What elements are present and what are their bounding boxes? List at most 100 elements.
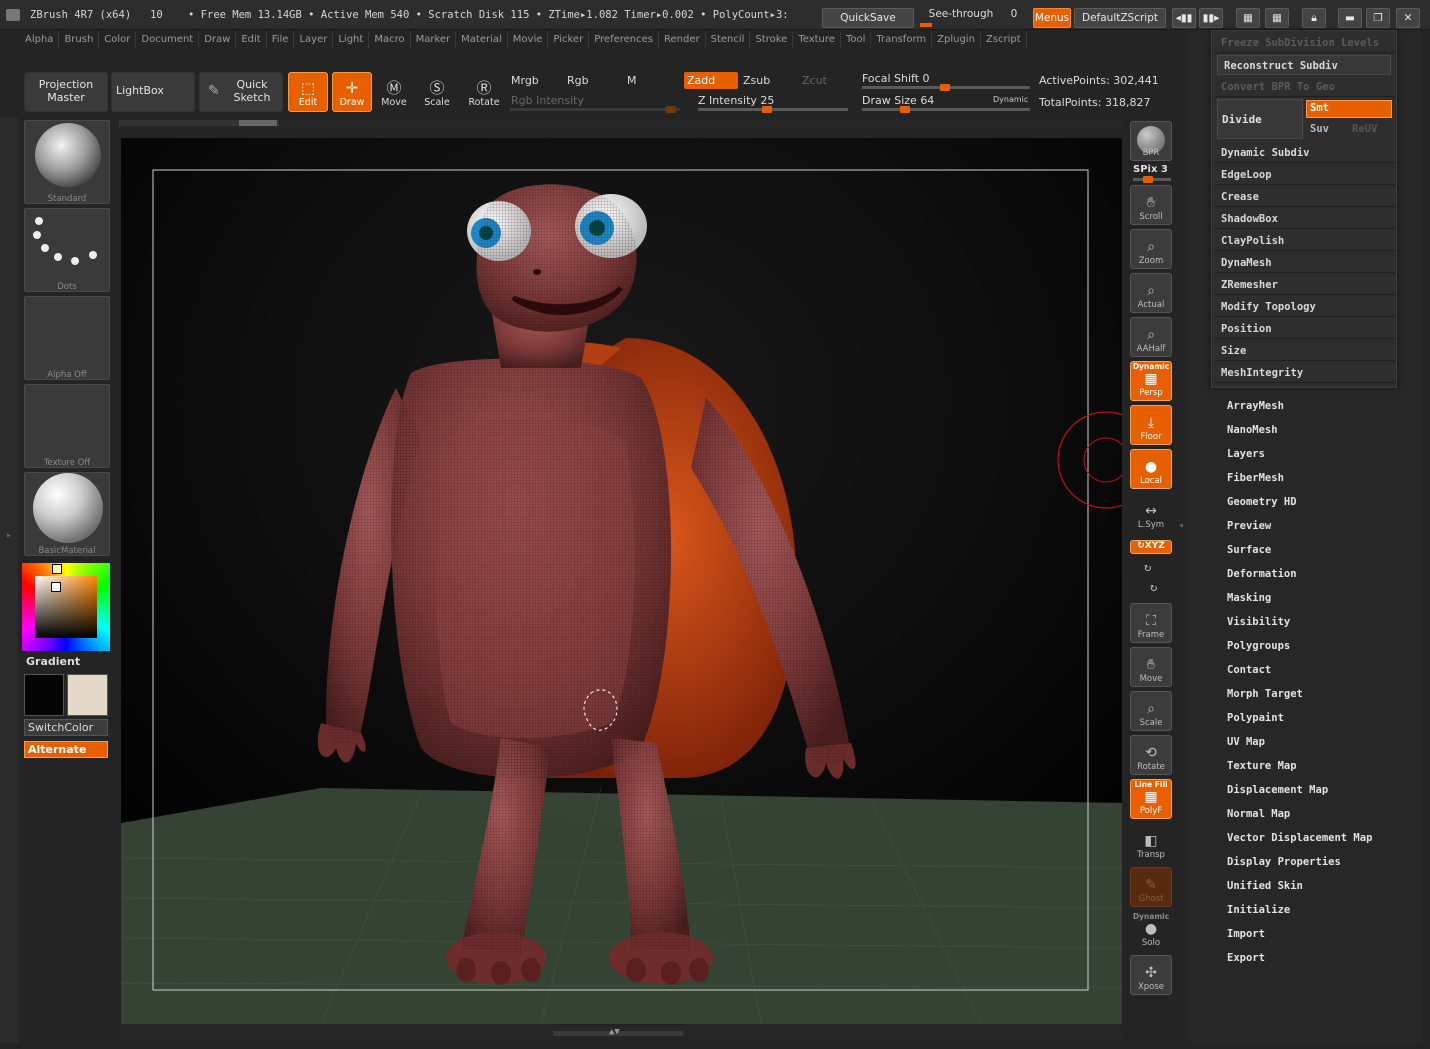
- bpr-button[interactable]: BPR: [1130, 121, 1172, 161]
- menu-tool[interactable]: Tool: [841, 31, 872, 49]
- smt-toggle[interactable]: Smt: [1306, 100, 1392, 118]
- solo-button[interactable]: Dynamic ● Solo: [1130, 911, 1172, 951]
- restore-icon[interactable]: ❐: [1366, 8, 1390, 28]
- lock-icon[interactable]: 🔒︎: [1302, 8, 1326, 28]
- dynamic-toggle[interactable]: Dynamic: [993, 95, 1028, 104]
- menu-texture[interactable]: Texture: [793, 31, 841, 49]
- subpalette-deformation[interactable]: Deformation: [1227, 568, 1297, 580]
- projection-master-button[interactable]: Projection Master: [24, 72, 108, 112]
- menu-stroke[interactable]: Stroke: [750, 31, 794, 49]
- polyf-button[interactable]: Line Fill ▦ PolyF: [1130, 779, 1172, 819]
- scale-view-button[interactable]: ⌕ Scale: [1130, 691, 1172, 731]
- hue-cursor[interactable]: [52, 564, 62, 574]
- draw-size-slider[interactable]: Draw Size 64: [862, 94, 934, 107]
- z-rotate-icon[interactable]: ↻: [1150, 580, 1157, 594]
- subpalette-polygroups[interactable]: Polygroups: [1227, 640, 1290, 652]
- local-button[interactable]: ● Local: [1130, 449, 1172, 489]
- menu-movie[interactable]: Movie: [508, 31, 549, 49]
- geometry-item-meshintegrity[interactable]: MeshIntegrity: [1215, 363, 1395, 383]
- subpalette-arraymesh[interactable]: ArrayMesh: [1227, 400, 1284, 412]
- subpalette-initialize[interactable]: Initialize: [1227, 904, 1290, 916]
- menu-macro[interactable]: Macro: [369, 31, 411, 49]
- subpalette-texture-map[interactable]: Texture Map: [1227, 760, 1297, 772]
- menu-transform[interactable]: Transform: [871, 31, 933, 49]
- gradient-toggle[interactable]: Gradient: [26, 655, 80, 668]
- menu-draw[interactable]: Draw: [199, 31, 237, 49]
- subpalette-vector-displacement-map[interactable]: Vector Displacement Map: [1227, 832, 1372, 844]
- xpose-button[interactable]: ✣ Xpose: [1130, 955, 1172, 995]
- menu-material[interactable]: Material: [456, 31, 508, 49]
- focal-shift-slider[interactable]: Focal Shift 0: [862, 72, 930, 85]
- subpalette-nanomesh[interactable]: NanoMesh: [1227, 424, 1278, 436]
- zoom-button[interactable]: ⌕ Zoom: [1130, 229, 1172, 269]
- move-view-button[interactable]: ✋︎ Move: [1130, 647, 1172, 687]
- reuv-toggle[interactable]: ReUV: [1348, 121, 1390, 139]
- geometry-item-shadowbox[interactable]: ShadowBox: [1215, 209, 1395, 229]
- main-color-swatch[interactable]: [24, 674, 64, 716]
- left-tray-edge[interactable]: [0, 118, 18, 1043]
- subpalette-normal-map[interactable]: Normal Map: [1227, 808, 1290, 820]
- quicksave-button[interactable]: QuickSave: [822, 8, 914, 28]
- menu-picker[interactable]: Picker: [548, 31, 590, 49]
- material-thumbnail[interactable]: BasicMaterial: [24, 472, 110, 556]
- stroke-thumbnail[interactable]: Dots: [24, 208, 110, 292]
- document-viewport[interactable]: [121, 138, 1122, 1024]
- expand-arrow-icon[interactable]: ▲▼: [609, 1027, 620, 1037]
- menu-layer[interactable]: Layer: [294, 31, 334, 49]
- subpalette-contact[interactable]: Contact: [1227, 664, 1271, 676]
- edit-button[interactable]: ⬚ Edit: [288, 72, 328, 112]
- menus-button[interactable]: Menus: [1033, 8, 1071, 28]
- suv-toggle[interactable]: Suv: [1306, 121, 1346, 139]
- ghost-button[interactable]: ✎ Ghost: [1130, 867, 1172, 907]
- zsub-button[interactable]: Zsub: [743, 74, 770, 87]
- menu-stencil[interactable]: Stencil: [706, 31, 751, 49]
- subpalette-surface[interactable]: Surface: [1227, 544, 1271, 556]
- subpalette-display-properties[interactable]: Display Properties: [1227, 856, 1341, 868]
- subpalette-masking[interactable]: Masking: [1227, 592, 1271, 604]
- menu-color[interactable]: Color: [99, 31, 137, 49]
- aahalf-button[interactable]: ⌕ AAHalf: [1130, 317, 1172, 357]
- rotate-button[interactable]: Ⓡ Rotate: [465, 72, 503, 112]
- m-button[interactable]: M: [627, 74, 637, 87]
- quick-sketch-button[interactable]: Quick Sketch ✎: [199, 72, 283, 112]
- brush-thumbnail[interactable]: Standard: [24, 120, 110, 204]
- switchcolor-button[interactable]: SwitchColor: [24, 719, 108, 736]
- geometry-item-position[interactable]: Position: [1215, 319, 1395, 339]
- alpha-thumbnail[interactable]: Alpha Off: [24, 296, 110, 380]
- rgb-intensity-label[interactable]: Rgb Intensity: [511, 94, 584, 107]
- subpalette-uv-map[interactable]: UV Map: [1227, 736, 1265, 748]
- rotate-view-button[interactable]: ⟲ Rotate: [1130, 735, 1172, 775]
- convert-bpr-button[interactable]: Convert BPR To Geo: [1215, 77, 1395, 97]
- menu-zplugin[interactable]: Zplugin: [932, 31, 981, 49]
- geometry-item-edgeloop[interactable]: EdgeLoop: [1215, 165, 1395, 185]
- subpalette-polypaint[interactable]: Polypaint: [1227, 712, 1284, 724]
- menu-brush[interactable]: Brush: [59, 31, 100, 49]
- color-saturation-square[interactable]: [35, 576, 97, 638]
- lightbox-button[interactable]: LightBox: [111, 72, 195, 112]
- geometry-item-modify-topology[interactable]: Modify Topology: [1215, 297, 1395, 317]
- actual-button[interactable]: ⌕ Actual: [1130, 273, 1172, 313]
- menu-preferences[interactable]: Preferences: [589, 31, 660, 49]
- spix-slider[interactable]: SPix 3: [1133, 164, 1168, 175]
- menu-marker[interactable]: Marker: [411, 31, 457, 49]
- menu-document[interactable]: Document: [136, 31, 200, 49]
- scroll-button[interactable]: ✋︎ Scroll: [1130, 185, 1172, 225]
- geometry-item-crease[interactable]: Crease: [1215, 187, 1395, 207]
- persp-button[interactable]: Dynamic ▦ Persp: [1130, 361, 1172, 401]
- rgb-intensity-slider[interactable]: [510, 106, 680, 113]
- layout-a-icon[interactable]: ▦: [1236, 8, 1260, 28]
- menu-light[interactable]: Light: [333, 31, 370, 49]
- freeze-subdivision-button[interactable]: Freeze SubDivision Levels: [1215, 33, 1395, 53]
- draw-size-track[interactable]: [862, 106, 1030, 113]
- transp-button[interactable]: ◧ Transp: [1130, 823, 1172, 863]
- menu-alpha[interactable]: Alpha: [20, 31, 60, 49]
- lsym-button[interactable]: ↔ L.Sym: [1130, 497, 1172, 533]
- alternate-button[interactable]: Alternate: [24, 741, 108, 758]
- reconstruct-subdiv-button[interactable]: Reconstruct Subdiv: [1217, 55, 1391, 75]
- color-cursor[interactable]: [51, 582, 61, 592]
- texture-thumbnail[interactable]: Texture Off: [24, 384, 110, 468]
- menu-render[interactable]: Render: [659, 31, 706, 49]
- layout-next-icon[interactable]: ▮▮▸: [1199, 8, 1223, 28]
- subpalette-layers[interactable]: Layers: [1227, 448, 1265, 460]
- frame-button[interactable]: ⛶ Frame: [1130, 603, 1172, 643]
